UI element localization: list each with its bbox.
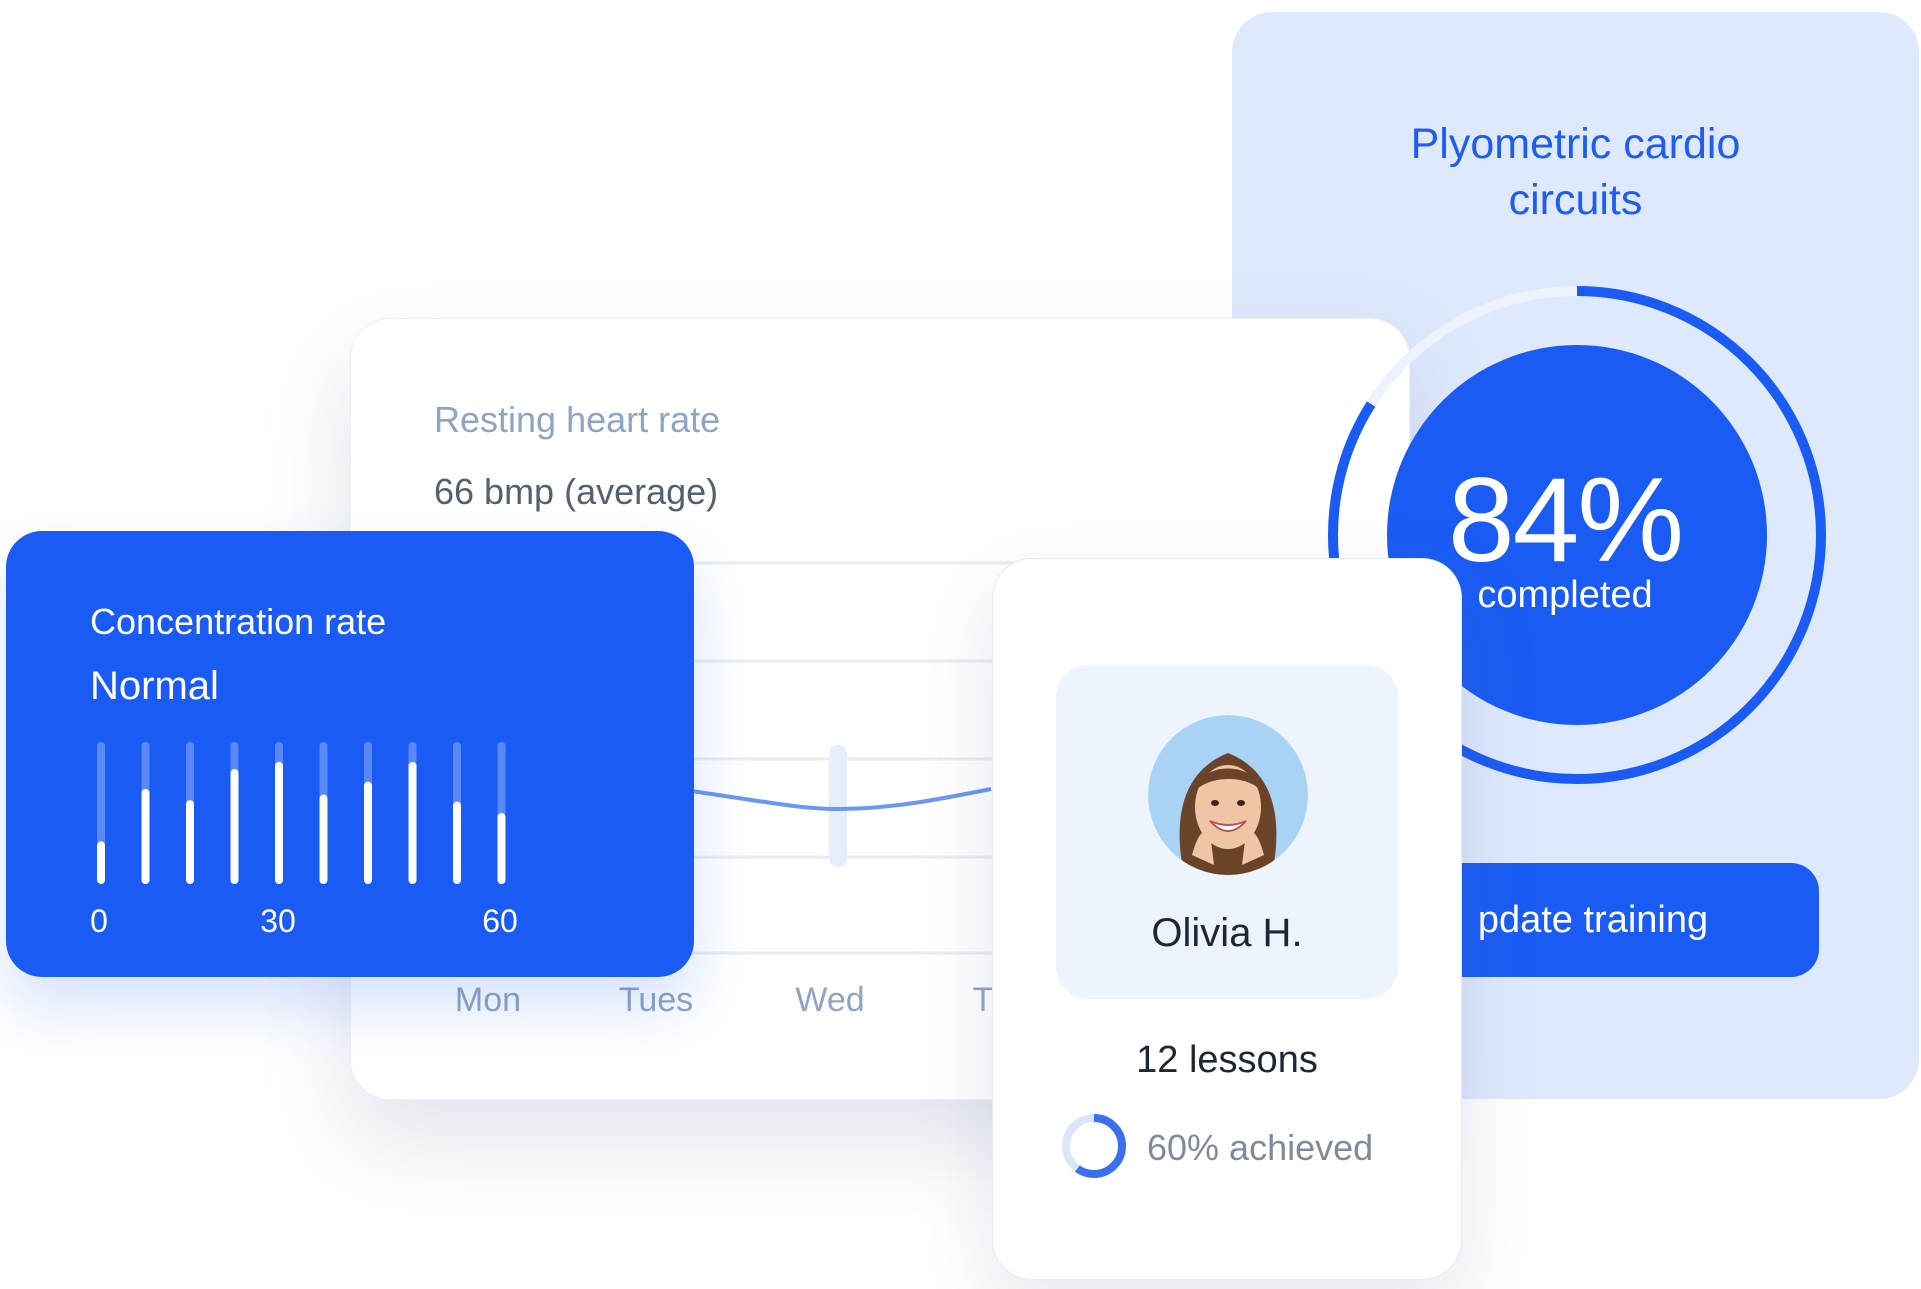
heart-rate-value: 66 bmp (average) [434, 471, 719, 512]
concentration-bar [97, 841, 105, 884]
concentration-bar [364, 781, 372, 884]
cardio-title-line1: Plyometric cardio [1410, 120, 1741, 168]
concentration-bar [453, 801, 461, 884]
profile-header: Olivia H. [1056, 665, 1398, 999]
avatar-image [1148, 715, 1308, 875]
avatar[interactable] [1148, 715, 1308, 875]
profile-card: Olivia H. 12 lessons 60% achieved [992, 558, 1462, 1280]
concentration-bar [275, 761, 283, 884]
profile-name: Olivia H. [1151, 911, 1303, 955]
day-label-mon: Mon [454, 981, 522, 1019]
lessons-count: 12 lessons [1136, 1039, 1318, 1081]
day-label-wed: Wed [795, 981, 865, 1019]
tick-label-0: 0 [90, 903, 108, 939]
concentration-bar [319, 794, 328, 884]
concentration-bar [408, 761, 417, 884]
concentration-bar [186, 800, 194, 884]
cardio-title-line2: circuits [1508, 176, 1643, 224]
concentration-bar [141, 788, 150, 884]
cardio-title: Plyometric cardio circuits [1232, 116, 1919, 228]
day-label-thu: T [972, 981, 994, 1019]
concentration-bars [97, 742, 506, 884]
tick-label-60: 60 [482, 903, 518, 939]
concentration-bar [497, 813, 506, 884]
concentration-rate-card: Concentration rate Normal 0 30 60 [6, 531, 694, 977]
achievement-text: 60% achieved [1147, 1127, 1374, 1168]
day-label-tues: Tues [618, 981, 694, 1019]
heart-rate-title: Resting heart rate [434, 399, 721, 440]
tick-label-30: 30 [260, 903, 296, 939]
day-highlight [829, 745, 847, 867]
concentration-bar [230, 768, 239, 884]
achievement-ring [1062, 1114, 1126, 1178]
